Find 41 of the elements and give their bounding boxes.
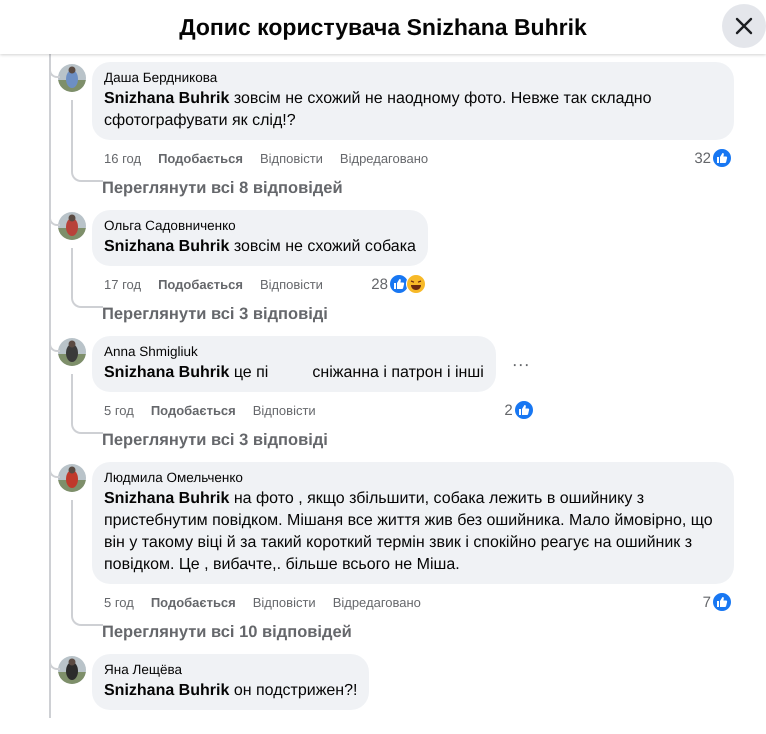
timestamp: 5 год <box>104 402 134 418</box>
reaction-count: 28 <box>371 276 388 292</box>
like-link[interactable]: Подобається <box>158 276 243 292</box>
author-name[interactable]: Яна Лещёва <box>104 661 358 678</box>
like-icon <box>514 400 534 420</box>
view-replies-link[interactable]: Переглянути всі 3 відповіді <box>102 305 328 324</box>
window-title: Допис користувача Snizhana Buhrik <box>179 14 587 40</box>
like-icon <box>712 148 732 168</box>
edited-label: Відредаговано <box>332 594 421 610</box>
like-link[interactable]: Подобається <box>150 402 236 418</box>
reaction-count: 2 <box>504 402 513 418</box>
view-replies-link[interactable]: Переглянути всі 3 відповіді <box>102 431 328 450</box>
reply-link[interactable]: Відповісти <box>260 276 323 292</box>
timestamp: 17 год <box>104 276 142 292</box>
timestamp: 5 год <box>104 594 134 610</box>
author-name[interactable]: Anna Shmigliuk <box>104 343 484 360</box>
comment-text: Snizhana Buhrik зовсім не схожий собака <box>104 237 416 257</box>
reply-link[interactable]: Відповісти <box>252 402 316 418</box>
view-replies-link[interactable]: Переглянути всі 10 відповідей <box>102 623 352 642</box>
comment-text: Snizhana Buhrik он подстрижен?! <box>104 681 358 701</box>
comment-text: Snizhana Buhrik зовсім не схожий не наодному фото. Невже так складно сфотографувати як слід!? <box>104 89 653 131</box>
timestamp: 16 год <box>104 150 142 166</box>
close-button[interactable] <box>722 4 766 48</box>
author-name[interactable]: Людмила Омельченко <box>104 469 722 486</box>
laughing-emoji-icon <box>406 274 426 294</box>
edited-label: Відредаговано <box>340 150 428 166</box>
like-link[interactable]: Подобається <box>150 594 236 610</box>
reply-link[interactable]: Відповісти <box>260 150 323 166</box>
close-icon <box>734 16 754 36</box>
author-name[interactable]: Ольга Садовниченко <box>104 217 416 234</box>
reaction-count: 7 <box>702 594 711 610</box>
author-name[interactable]: Даша Бердникова <box>104 69 722 86</box>
like-link[interactable]: Подобається <box>158 150 243 166</box>
like-icon <box>388 274 409 294</box>
comment-text: Snizhana Buhrik це пі сніжанна і патрон і інші <box>104 363 484 383</box>
view-replies-link[interactable]: Переглянути всі 8 відповідей <box>102 179 343 198</box>
reply-link[interactable]: Відповісти <box>252 594 316 610</box>
reaction-count: 32 <box>694 150 711 166</box>
comment-text: Snizhana Buhrik на фото , якщо збільшити, собака лежить в ошийнику з пристебнутим повідком. Мішаня все життя жив без ошийника. Мало ймовірно, що він у такому віці й за такий короткий термін звик і спокійно реагує на ошийник з повідком. Це , вибачте,. більше всього не Міша. <box>104 489 714 575</box>
like-icon <box>712 592 732 612</box>
more-button[interactable]: ··· <box>506 354 536 374</box>
